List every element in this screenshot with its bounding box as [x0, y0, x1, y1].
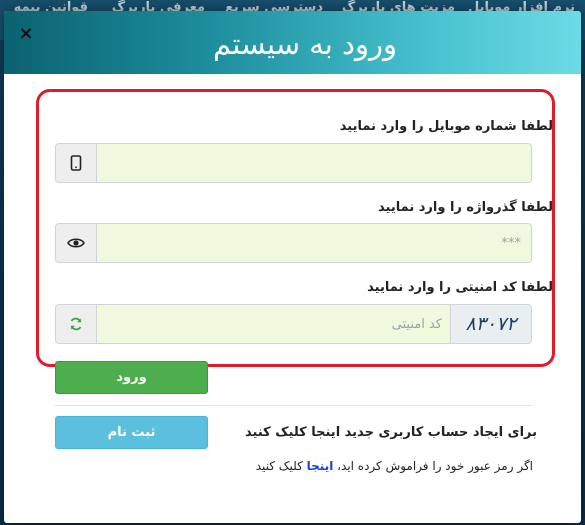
register-prompt: برای ایجاد حساب کاربری جدید اینجا کلیک ک… — [245, 425, 537, 440]
captcha-input[interactable] — [97, 305, 452, 343]
password-input-group — [55, 223, 532, 263]
captcha-label: لطفا کد امنیتی را وارد نمایید — [367, 280, 553, 295]
forgot-password-link[interactable]: اینجا — [307, 459, 334, 473]
forgot-prefix: اگر رمز عبور خود را فراموش کرده اید، — [337, 459, 533, 473]
mobile-input-group — [55, 143, 532, 183]
divider — [55, 405, 532, 406]
mobile-label: لطفا شماره موبایل را وارد نمایید — [339, 119, 553, 134]
eye-icon[interactable] — [56, 224, 97, 262]
modal-header: ورود به سیستم × — [4, 11, 581, 74]
refresh-icon[interactable] — [56, 305, 97, 343]
password-input[interactable] — [97, 224, 531, 262]
captcha-image-text: ۸۳۰۷۲ — [465, 313, 517, 335]
captcha-input-group: ۸۳۰۷۲ — [55, 304, 532, 344]
password-label: لطفا گذرواژه را وارد نمایید — [378, 200, 553, 215]
forgot-password-text: اگر رمز عبور خود را فراموش کرده اید، این… — [256, 459, 533, 473]
login-modal: ورود به سیستم × لطفا شماره موبایل را وار… — [4, 11, 581, 523]
captcha-image: ۸۳۰۷۲ — [450, 305, 531, 343]
mobile-phone-icon — [56, 144, 97, 182]
close-icon[interactable]: × — [18, 25, 34, 43]
mobile-input[interactable] — [97, 144, 531, 182]
register-button[interactable]: ثبت نام — [55, 416, 208, 449]
login-button[interactable]: ورود — [55, 361, 208, 394]
modal-title: ورود به سیستم — [213, 27, 397, 61]
forgot-suffix: کلیک کنید — [255, 459, 303, 473]
